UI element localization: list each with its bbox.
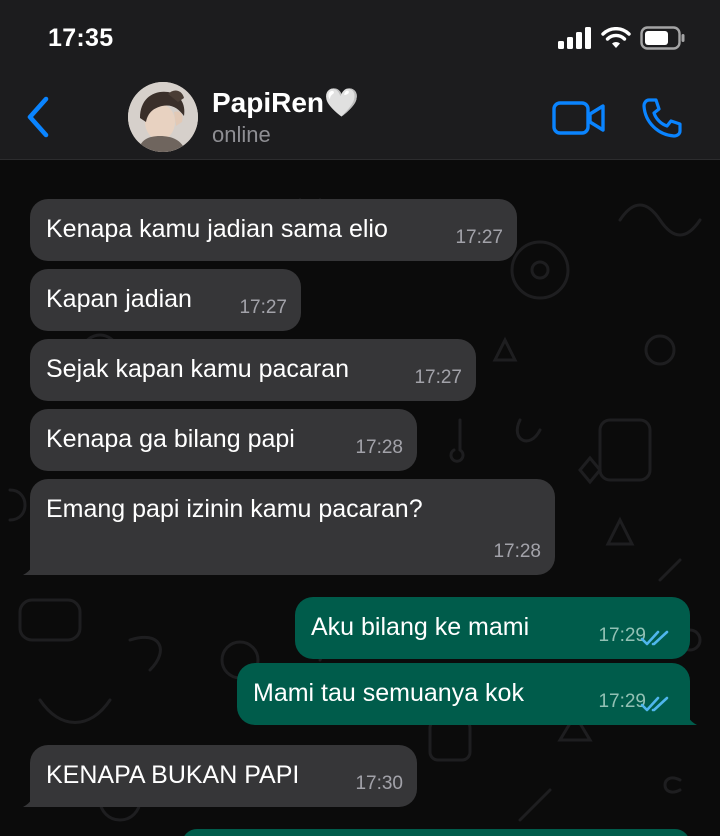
message-bubble-incoming[interactable]: Kenapa ga bilang papi 17:28 [30,409,417,471]
message-timestamp: 17:30 [355,773,403,794]
message-bubble-incoming[interactable]: KENAPA BUKAN PAPI 17:30 [23,745,417,807]
cellular-signal-icon [558,27,591,49]
battery-icon [640,26,685,50]
message-text: Kenapa ga bilang papi [46,425,295,453]
read-receipt-icon [640,696,669,712]
bubble-tail [23,789,39,807]
video-camera-icon [552,101,605,135]
status-bar: 17:35 [0,0,720,78]
contact-status: online [212,122,271,147]
message-timestamp: 17:28 [493,541,541,562]
message-text: KENAPA BUKAN PAPI [46,761,300,789]
video-call-button[interactable] [552,100,606,136]
bubble-tail [23,557,39,575]
chat-header: PapiRen🤍 online [0,78,720,160]
bubble-tail [681,707,697,725]
message-text: Aku bilang ke mami [311,613,530,641]
status-time: 17:35 [48,24,114,52]
contact-avatar[interactable] [128,82,198,152]
phone-icon [642,98,682,138]
message-timestamp: 17:27 [455,227,503,248]
message-text: Emang papi izinin kamu pacaran? [46,495,423,523]
contact-name[interactable]: PapiRen🤍 [212,86,359,119]
message-text: Sejak kapan kamu pacaran [46,355,349,383]
wifi-icon [601,27,631,48]
message-bubble-incoming[interactable]: Sejak kapan kamu pacaran 17:27 [30,339,476,401]
message-bubble-incoming[interactable]: Kapan jadian 17:27 [30,269,301,331]
status-icons [558,26,686,50]
message-timestamp: 17:29 [598,625,646,646]
avatar-photo [128,82,198,152]
message-bubble-outgoing[interactable]: Aku bilang ke mami 17:29 [295,597,690,659]
voice-call-button[interactable] [640,96,684,140]
message-timestamp: 17:28 [355,437,403,458]
message-text: Kapan jadian [46,285,192,313]
back-button[interactable] [24,94,64,140]
message-bubble-outgoing-partial[interactable] [182,829,690,836]
chat-area[interactable]: Kenapa kamu jadian sama elio 17:27 Kapan… [0,160,720,836]
message-text: Mami tau semuanya kok [253,679,524,707]
message-timestamp: 17:27 [414,367,462,388]
read-receipt-icon [640,630,669,646]
message-timestamp: 17:29 [598,691,646,712]
message-bubble-incoming[interactable]: Kenapa kamu jadian sama elio 17:27 [30,199,517,261]
message-bubble-outgoing[interactable]: Mami tau semuanya kok 17:29 [237,663,697,725]
chevron-left-icon [27,96,49,138]
message-text: Kenapa kamu jadian sama elio [46,215,388,243]
message-timestamp: 17:27 [239,297,287,318]
message-bubble-incoming[interactable]: Emang papi izinin kamu pacaran? 17:28 [23,479,555,575]
